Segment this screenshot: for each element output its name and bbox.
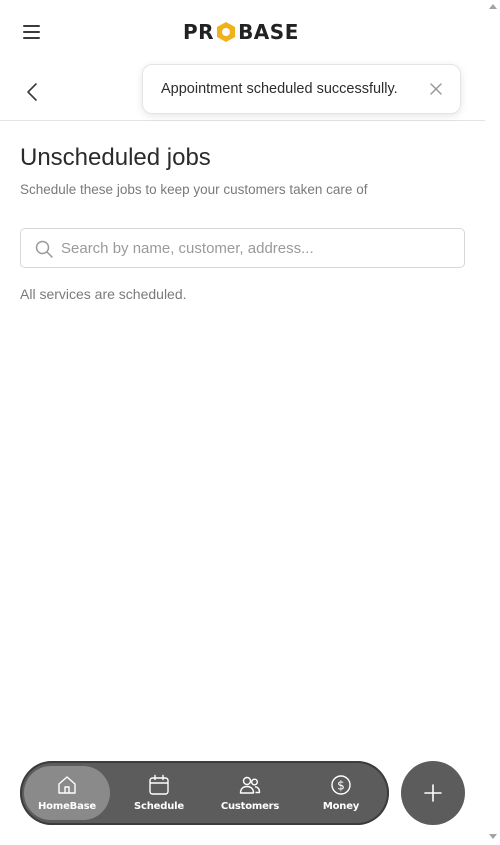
page-subtitle: Schedule these jobs to keep your custome… bbox=[20, 182, 368, 197]
dollar-icon: $ bbox=[330, 774, 352, 796]
toast-message: Appointment scheduled successfully. bbox=[161, 81, 398, 97]
bottom-nav: HomeBase Schedule Customers $ Money bbox=[20, 761, 389, 825]
logo-text-right: BASE bbox=[238, 20, 299, 44]
page-scrollbar[interactable] bbox=[485, 0, 500, 845]
add-button[interactable] bbox=[401, 761, 465, 825]
nav-item-money[interactable]: $ Money bbox=[298, 766, 384, 820]
svg-text:$: $ bbox=[337, 779, 345, 793]
search-icon bbox=[34, 239, 54, 259]
chevron-left-icon[interactable] bbox=[23, 81, 43, 103]
nav-label-schedule: Schedule bbox=[134, 801, 184, 812]
calendar-icon bbox=[148, 774, 170, 796]
nav-item-homebase[interactable]: HomeBase bbox=[24, 766, 110, 820]
app-root: PR BASE Appointment scheduled successful… bbox=[0, 0, 485, 845]
logo-text-left: PR bbox=[183, 20, 215, 44]
nav-label-homebase: HomeBase bbox=[38, 801, 96, 812]
page-title: Unscheduled jobs bbox=[20, 144, 211, 171]
probase-logo[interactable]: PR BASE bbox=[183, 20, 299, 44]
scroll-down-icon[interactable] bbox=[489, 834, 497, 839]
nav-item-customers[interactable]: Customers bbox=[207, 766, 293, 820]
empty-state-message: All services are scheduled. bbox=[20, 286, 187, 302]
close-icon[interactable] bbox=[429, 82, 443, 96]
scroll-up-icon[interactable] bbox=[489, 4, 497, 9]
logo-hex-icon bbox=[215, 21, 237, 43]
plus-icon bbox=[424, 784, 442, 802]
nav-item-schedule[interactable]: Schedule bbox=[116, 766, 202, 820]
nav-label-customers: Customers bbox=[220, 801, 280, 812]
search-input[interactable] bbox=[61, 229, 456, 267]
success-toast: Appointment scheduled successfully. bbox=[142, 64, 461, 114]
search-box bbox=[20, 228, 465, 268]
nav-label-money: Money bbox=[322, 801, 360, 812]
home-icon bbox=[56, 774, 78, 796]
users-icon bbox=[239, 774, 261, 796]
top-header: PR BASE bbox=[0, 0, 485, 62]
hamburger-menu-icon[interactable] bbox=[22, 24, 42, 40]
